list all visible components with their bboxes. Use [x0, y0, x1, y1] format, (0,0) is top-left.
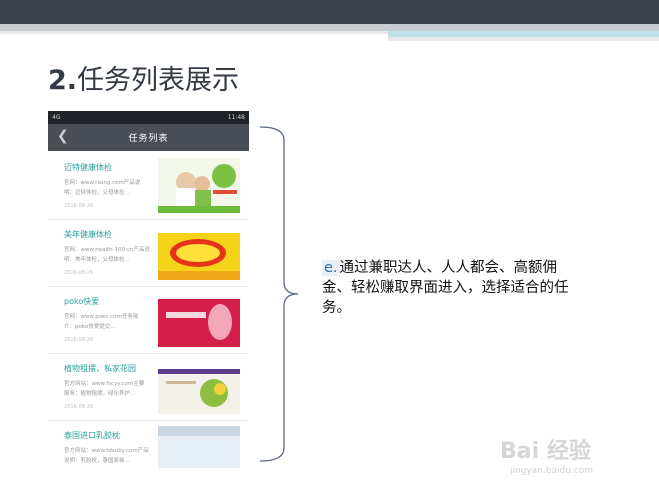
status-bar: 4G 11:48	[48, 111, 249, 124]
task-desc: 服务：植物租摆，绿化养护...	[64, 391, 136, 397]
list-item[interactable]: 植物租摆，私家花园 官方网站：www.fscyy.com主要 服务：植物租摆，绿…	[48, 354, 249, 421]
nav-bar: ❮ 任务列表	[48, 124, 249, 151]
phone-screenshot: 4G 11:48 ❮ 任务列表 迈特健康体检 官网：www.rising.com…	[48, 111, 249, 468]
task-thumbnail	[158, 225, 240, 280]
task-desc: 官网：www.health-100.cn产品说	[64, 247, 150, 253]
header-stripe-light	[0, 31, 388, 34]
slide-title: 2.任务列表展示	[48, 58, 239, 97]
task-date: 2016-08-26	[64, 337, 94, 343]
task-desc: 介：poko快爱提交...	[64, 324, 116, 330]
list-item[interactable]: 美年健康体检 官网：www.health-100.cn产品说 明：美年体检，父母…	[48, 220, 249, 287]
task-desc: 官方网站：www.tdsuby.com产品	[64, 448, 149, 454]
brace-connector	[259, 126, 299, 462]
task-date: 2016-08-26	[64, 270, 94, 276]
task-desc: 说明：乳胶枕，泰国原装...	[64, 458, 130, 464]
header-stripe	[0, 24, 659, 31]
task-name: poko快爱	[64, 297, 100, 306]
watermark-url: jingyan.baidu.com	[510, 466, 594, 476]
task-name: 迈特健康体检	[64, 163, 112, 172]
task-name: 植物租摆，私家花园	[64, 364, 136, 373]
task-name: 美年健康体检	[64, 230, 112, 239]
nav-title: 任务列表	[128, 134, 169, 144]
task-name: 泰国进口乳胶枕	[64, 431, 120, 440]
task-thumbnail	[158, 359, 240, 414]
clock: 11:48	[227, 114, 245, 121]
callout-body: 通过兼职达人、人人都会、高额佣金、轻松赚取界面进入，选择适合的任务。	[322, 260, 569, 316]
task-desc: 明：迈特体检，父母体检...	[64, 190, 130, 196]
callout-text: e. 通过兼职达人、人人都会、高额佣金、轻松赚取界面进入，选择适合的任务。	[322, 258, 582, 318]
task-desc: 官方网站：www.fscyy.com主要	[64, 381, 145, 387]
top-title-bar	[0, 0, 659, 24]
network-indicator: 4G	[52, 114, 61, 121]
task-thumbnail	[158, 158, 240, 213]
task-thumbnail	[158, 426, 240, 468]
list-item[interactable]: poko快爱 官网：www.poko.com任务简 介：poko快爱提交... …	[48, 287, 249, 354]
task-date: 2016-08-26	[64, 404, 94, 410]
slide-title-text: 任务列表展示	[77, 65, 240, 96]
task-desc: 官网：www.rising.com产品说	[64, 180, 141, 186]
callout-marker: e.	[322, 260, 340, 276]
list-item[interactable]: 迈特健康体检 官网：www.rising.com产品说 明：迈特体检，父母体检.…	[48, 153, 249, 220]
list-item[interactable]: 泰国进口乳胶枕 官方网站：www.tdsuby.com产品 说明：乳胶枕，泰国原…	[48, 421, 249, 468]
slide-title-number: 2.	[48, 65, 78, 96]
task-desc: 官网：www.poko.com任务简	[64, 314, 139, 320]
header-stripe-light-2	[388, 37, 659, 41]
task-desc: 明：美年体检，父母体检...	[64, 257, 130, 263]
watermark-logo: Bai 经验	[500, 439, 591, 464]
task-thumbnail	[158, 292, 240, 347]
task-date: 2016-08-26	[64, 203, 94, 209]
